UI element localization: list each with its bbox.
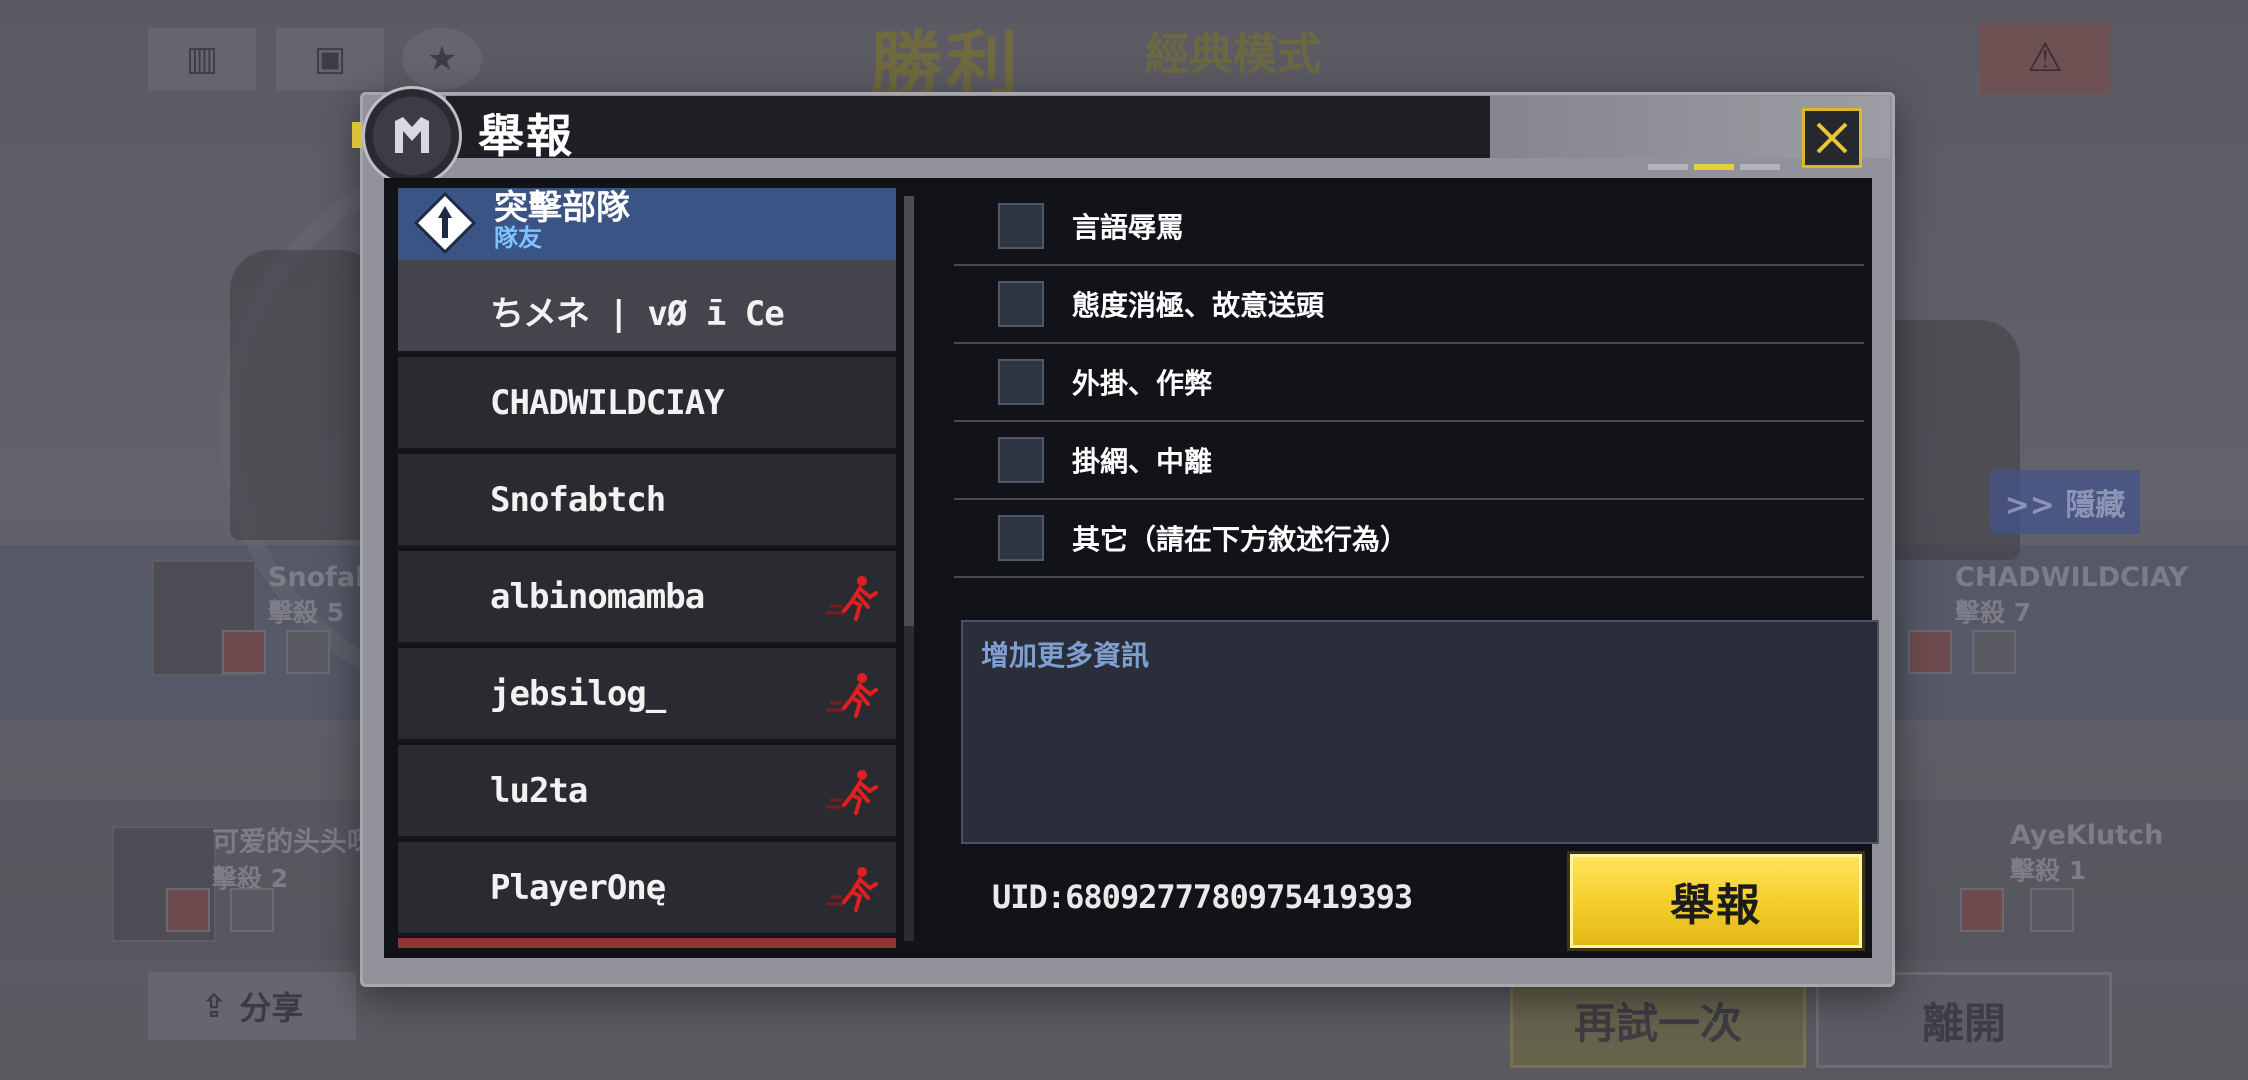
player-name: lu2ta bbox=[490, 771, 588, 811]
mute-icon[interactable] bbox=[1908, 630, 1952, 674]
player-card: AyeKlutch 擊殺 1 bbox=[2010, 820, 2163, 887]
player-uid: UID:6809277780975419393 bbox=[992, 878, 1413, 916]
player-card-name: 可爱的头头呀 bbox=[212, 827, 374, 858]
result-subtitle: 經典模式 bbox=[1145, 29, 1321, 80]
reason-option[interactable]: 言語辱罵 bbox=[954, 188, 1864, 266]
team-logo-icon bbox=[413, 191, 477, 255]
team-header: 突擊部隊 隊友 bbox=[398, 188, 896, 260]
add-friend-icon[interactable] bbox=[1972, 630, 2016, 674]
background-soldier bbox=[230, 250, 380, 540]
report-emblem-icon bbox=[362, 86, 462, 186]
next-team-header bbox=[398, 938, 896, 948]
share-label: 分享 bbox=[239, 989, 304, 1027]
reason-label: 掛網、中離 bbox=[1072, 445, 1213, 478]
reason-checkbox[interactable] bbox=[998, 515, 1044, 561]
reason-option[interactable]: 其它（請在下方敘述行為） bbox=[954, 500, 1864, 578]
dialog-header bbox=[446, 96, 1566, 158]
reason-label: 其它（請在下方敘述行為） bbox=[1072, 523, 1409, 556]
mute-icon[interactable] bbox=[222, 630, 266, 674]
share-icon: ⇪ bbox=[200, 987, 228, 1025]
player-name: jebsilog_ bbox=[490, 674, 666, 714]
player-name: CHADWILDCIAY bbox=[490, 383, 725, 423]
mode-icon[interactable]: ▣ bbox=[276, 28, 384, 90]
mute-icon[interactable] bbox=[166, 888, 210, 932]
player-row[interactable]: lu2ta bbox=[398, 745, 896, 839]
add-friend-icon[interactable] bbox=[2030, 888, 2074, 932]
left-match-icon bbox=[826, 770, 878, 815]
player-name: Snofabtch bbox=[490, 480, 666, 520]
reason-option[interactable]: 外掛、作弊 bbox=[954, 344, 1864, 422]
left-match-icon bbox=[826, 576, 878, 621]
player-row[interactable]: jebsilog_ bbox=[398, 648, 896, 742]
player-name: ちメネ | vØ ī Ce bbox=[490, 294, 785, 334]
player-list-scrollbar[interactable] bbox=[904, 196, 914, 941]
player-row[interactable]: albinomamba bbox=[398, 551, 896, 645]
left-match-icon bbox=[826, 867, 878, 912]
reason-checkbox[interactable] bbox=[998, 359, 1044, 405]
team-role: 隊友 bbox=[494, 224, 542, 252]
warning-icon[interactable]: ⚠ bbox=[1980, 22, 2110, 94]
close-icon bbox=[1816, 122, 1848, 154]
reason-checkbox[interactable] bbox=[998, 437, 1044, 483]
player-card-kills: 擊殺 7 bbox=[1955, 598, 2032, 627]
player-card-name: CHADWILDCIAY bbox=[1955, 562, 2188, 593]
report-button[interactable]: 舉報 bbox=[1570, 854, 1862, 948]
add-friend-icon[interactable] bbox=[230, 888, 274, 932]
stats-icon[interactable]: ▥ bbox=[148, 28, 256, 90]
player-list[interactable]: 突擊部隊 隊友 ちメネ | vØ ī Ce CHADWILDCIAY Snofa… bbox=[398, 188, 896, 948]
tab-indicator bbox=[1648, 164, 1780, 170]
close-button[interactable] bbox=[1802, 108, 1862, 168]
dialog-title: 舉報 bbox=[478, 109, 574, 163]
reason-label: 言語辱罵 bbox=[1072, 211, 1185, 244]
report-dialog: 舉報 突擊部隊 隊友 ちメネ | vØ ī Ce CHADWILDCIAY Sn… bbox=[352, 86, 1895, 987]
mute-icon[interactable] bbox=[1960, 888, 2004, 932]
player-row[interactable]: Snofabtch bbox=[398, 454, 896, 548]
star-icon[interactable]: ★ bbox=[402, 28, 482, 90]
reason-checkbox[interactable] bbox=[998, 203, 1044, 249]
scrollbar-thumb[interactable] bbox=[904, 196, 914, 626]
reason-checkbox[interactable] bbox=[998, 281, 1044, 327]
reason-option[interactable]: 態度消極、故意送頭 bbox=[954, 266, 1864, 344]
player-card: 可爱的头头呀 擊殺 2 bbox=[212, 820, 374, 895]
emblem-marker bbox=[352, 122, 362, 148]
left-match-icon bbox=[826, 673, 878, 718]
hide-button[interactable]: >> 隱藏 bbox=[1990, 470, 2140, 534]
player-row[interactable]: CHADWILDCIAY bbox=[398, 357, 896, 451]
more-info-field[interactable] bbox=[961, 620, 1879, 844]
player-card-name: AyeKlutch bbox=[2010, 820, 2164, 851]
player-name: PlayerOnę bbox=[490, 868, 666, 908]
reason-option[interactable]: 掛網、中離 bbox=[954, 422, 1864, 500]
reason-label: 態度消極、故意送頭 bbox=[1072, 289, 1325, 322]
report-panel: 突擊部隊 隊友 ちメネ | vØ ī Ce CHADWILDCIAY Snofa… bbox=[384, 178, 1879, 958]
player-row[interactable]: ちメネ | vØ ī Ce bbox=[398, 260, 896, 354]
add-friend-icon[interactable] bbox=[286, 630, 330, 674]
reason-label: 外掛、作弊 bbox=[1072, 367, 1213, 400]
share-button[interactable]: ⇪ 分享 bbox=[148, 972, 356, 1040]
player-row[interactable]: PlayerOnę bbox=[398, 842, 896, 936]
player-name: albinomamba bbox=[490, 577, 705, 617]
player-card-kills: 擊殺 1 bbox=[2010, 856, 2087, 885]
more-info-input[interactable] bbox=[963, 622, 1877, 842]
player-card: CHADWILDCIAY 擊殺 7 bbox=[1955, 562, 2188, 629]
